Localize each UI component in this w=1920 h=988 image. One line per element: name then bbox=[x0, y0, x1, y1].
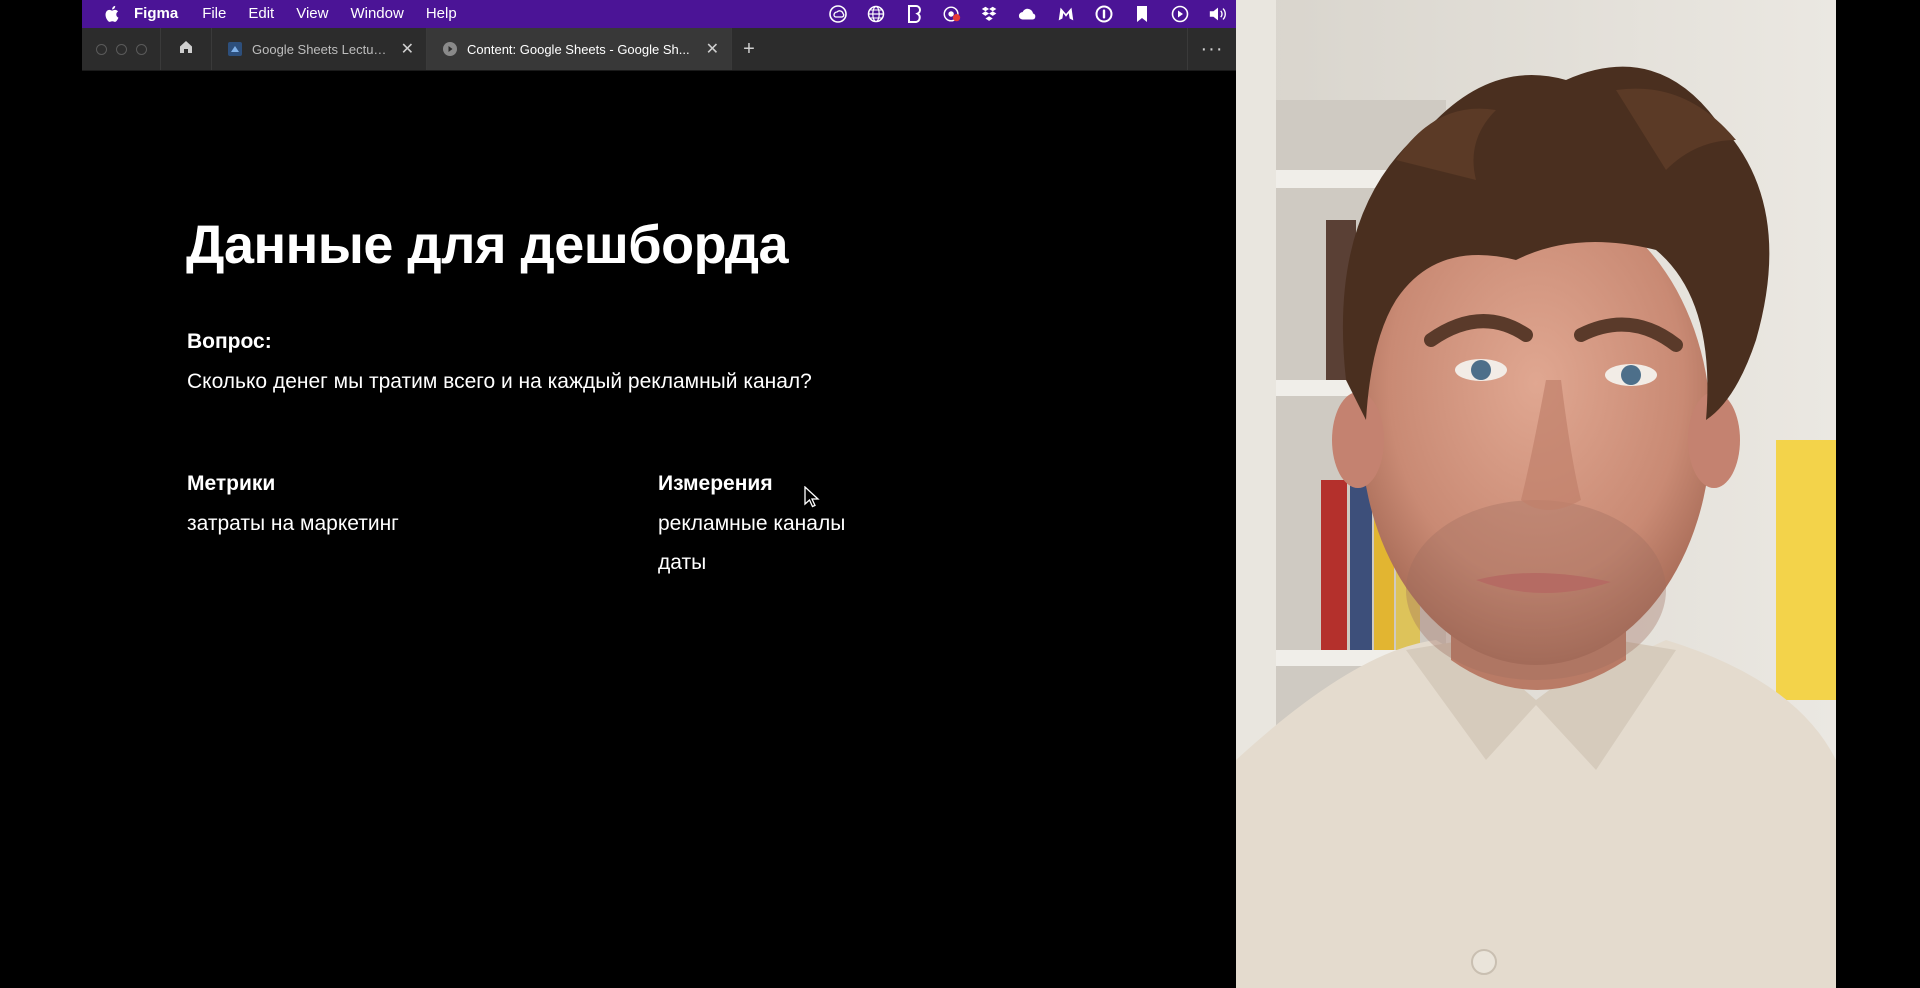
dimensions-item: рекламные каналы bbox=[658, 512, 846, 535]
slide-title: Данные для дешборда bbox=[186, 215, 789, 275]
menu-bar: Figma File Edit View Window Help bbox=[82, 0, 1236, 28]
home-button[interactable] bbox=[161, 28, 212, 70]
dimensions-heading: Измерения bbox=[658, 472, 773, 495]
recording-icon[interactable] bbox=[942, 4, 962, 24]
menu-help[interactable]: Help bbox=[426, 0, 457, 28]
tab-label: Google Sheets Lectures bbox=[252, 41, 391, 57]
mouse-cursor-icon bbox=[804, 485, 820, 508]
home-icon bbox=[178, 39, 194, 60]
menu-edit[interactable]: Edit bbox=[248, 0, 274, 28]
globe-icon[interactable] bbox=[866, 4, 886, 24]
screen-recording: Figma File Edit View Window Help Google … bbox=[82, 0, 1236, 988]
plus-icon: + bbox=[743, 37, 755, 60]
tab-label: Content: Google Sheets - Google Sh... bbox=[467, 41, 690, 57]
question-label: Вопрос: bbox=[187, 330, 272, 353]
1password-icon[interactable] bbox=[1094, 4, 1114, 24]
new-tab-button[interactable]: + bbox=[732, 28, 766, 70]
cloud-icon[interactable] bbox=[1018, 4, 1038, 24]
menu-app-figma[interactable]: Figma bbox=[134, 0, 178, 28]
tab-google-sheets-lectures[interactable]: Google Sheets Lectures ✕ bbox=[212, 28, 427, 70]
close-window-button[interactable] bbox=[96, 43, 107, 55]
zoom-window-button[interactable] bbox=[136, 43, 147, 55]
volume-icon[interactable] bbox=[1208, 4, 1228, 24]
metrics-heading: Метрики bbox=[187, 472, 276, 495]
window-controls bbox=[82, 28, 161, 70]
menu-view[interactable]: View bbox=[296, 0, 328, 28]
more-icon: ··· bbox=[1200, 37, 1224, 60]
bookmark-icon[interactable] bbox=[1132, 4, 1152, 24]
apple-icon[interactable] bbox=[102, 5, 120, 23]
bear-icon[interactable] bbox=[904, 4, 924, 24]
more-options-button[interactable]: ··· bbox=[1187, 28, 1236, 70]
figma-file-icon bbox=[228, 42, 242, 56]
dimensions-item: даты bbox=[658, 551, 707, 574]
dropbox-icon[interactable] bbox=[980, 4, 1000, 24]
presenter-video-image bbox=[1236, 0, 1836, 988]
close-tab-icon[interactable]: ✕ bbox=[401, 39, 414, 59]
metrics-item: затраты на маркетинг bbox=[187, 512, 399, 535]
menu-window[interactable]: Window bbox=[350, 0, 403, 28]
play-circle-icon[interactable] bbox=[1170, 4, 1190, 24]
webcam-video bbox=[1236, 0, 1836, 988]
play-icon bbox=[443, 42, 457, 56]
status-icons bbox=[819, 0, 1236, 28]
minimize-window-button[interactable] bbox=[116, 43, 127, 55]
tab-content-google-sheets[interactable]: Content: Google Sheets - Google Sh... ✕ bbox=[427, 28, 732, 70]
creative-cloud-icon[interactable] bbox=[828, 4, 848, 24]
question-text: Сколько денег мы тратим всего и на кажды… bbox=[187, 370, 812, 393]
tabbar-spacer bbox=[766, 28, 1187, 70]
malwarebytes-icon[interactable] bbox=[1056, 4, 1076, 24]
close-tab-icon[interactable]: ✕ bbox=[706, 39, 719, 59]
figma-tab-bar: Google Sheets Lectures ✕ Content: Google… bbox=[82, 28, 1236, 71]
menu-file[interactable]: File bbox=[202, 0, 226, 28]
